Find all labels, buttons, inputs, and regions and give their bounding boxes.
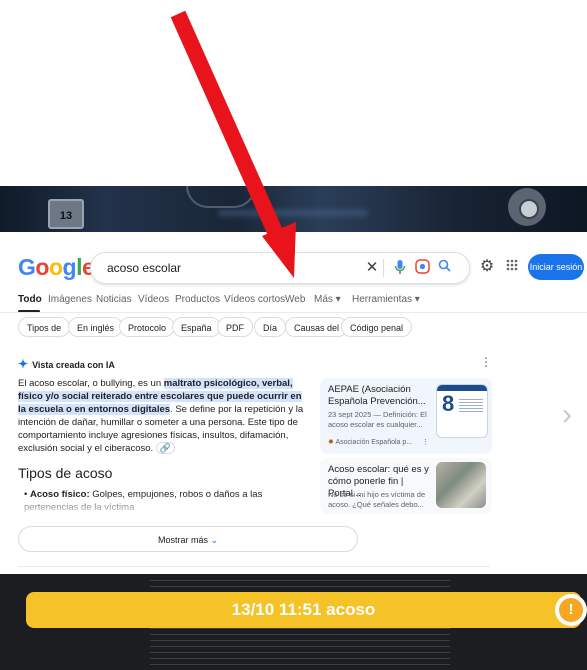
tab-short-videos[interactable]: Vídeos cortos — [224, 294, 285, 305]
chip-codigo-penal[interactable]: Código penal — [341, 317, 413, 337]
chevron-right-icon[interactable]: › — [562, 400, 586, 430]
chrome-icon — [508, 188, 546, 226]
blurred-arc-shape — [186, 186, 256, 208]
tab-images[interactable]: Imágenes — [48, 294, 92, 305]
tab-web[interactable]: Web — [285, 294, 305, 305]
gear-icon[interactable]: ⚙ — [478, 258, 496, 276]
tab-videos[interactable]: Vídeos — [138, 294, 169, 305]
more-options-icon[interactable]: ⋮ — [480, 355, 492, 369]
chip-dia[interactable]: Día — [254, 317, 287, 337]
caption-text: 13/10 11:51 acoso — [231, 600, 376, 619]
tab-more[interactable]: Más ▾ — [314, 294, 341, 305]
content-divider — [18, 566, 490, 567]
ai-overview-text: El acoso escolar, o bullying, es un malt… — [18, 378, 304, 454]
chip-tipos[interactable]: Tipos de — [18, 317, 71, 337]
divider — [383, 259, 384, 277]
google-logo[interactable]: Google — [18, 254, 95, 281]
text-fade — [18, 495, 318, 517]
tab-products[interactable]: Productos — [175, 294, 220, 305]
search-input[interactable]: acoso escolar — [107, 261, 181, 275]
card-snippet: No sé si mi hijo es víctima de acoso. ¿Q… — [328, 490, 426, 509]
sparkle-icon: ✦ — [18, 357, 29, 371]
search-icon[interactable] — [435, 259, 453, 277]
calendar-icon: 13 — [48, 199, 84, 229]
card-snippet: 23 sept 2025 — Definición: El acoso esco… — [328, 410, 427, 429]
tab-tools[interactable]: Herramientas ▾ — [352, 294, 420, 305]
apps-grid-icon[interactable] — [503, 258, 521, 276]
card-source: ✸ Asociación Española p... ⋮ — [328, 439, 430, 446]
clear-icon[interactable]: ✕ — [363, 259, 381, 277]
chip-causas[interactable]: Causas del — [285, 317, 349, 337]
warning-icon: ! — [555, 594, 587, 626]
show-more-button[interactable]: Mostrar más ⌄ — [18, 526, 358, 552]
ai-overview-heading: ✦ Vista creada con IA — [18, 357, 115, 371]
blurred-glow — [218, 210, 368, 216]
card-thumbnail — [436, 462, 486, 508]
sign-in-button[interactable]: Iniciar sesión — [528, 254, 584, 280]
caption-banner: 13/10 11:51 acoso — [26, 592, 581, 628]
lens-icon[interactable] — [413, 259, 431, 277]
chevron-down-icon: ⌄ — [210, 535, 219, 545]
source-card[interactable]: Acoso escolar: qué es y cómo ponerle fin… — [320, 458, 492, 514]
source-card[interactable]: AEPAE (Asociación Española Prevención...… — [320, 378, 492, 454]
microphone-icon[interactable] — [391, 259, 409, 277]
card-thumbnail: 8 — [436, 384, 488, 438]
calendar-day: 13 — [59, 210, 73, 222]
tab-all[interactable]: Todo — [18, 294, 42, 305]
chip-espana[interactable]: España — [172, 317, 221, 337]
tab-news[interactable]: Noticias — [96, 294, 132, 305]
card-title[interactable]: AEPAE (Asociación Española Prevención... — [328, 384, 430, 408]
types-heading: Tipos de acoso — [18, 465, 113, 481]
blurred-taskbar-strip — [0, 186, 587, 232]
chip-pdf[interactable]: PDF — [217, 317, 253, 337]
chip-protocolo[interactable]: Protocolo — [119, 317, 176, 337]
chip-ingles[interactable]: En inglés — [68, 317, 124, 337]
nav-divider — [0, 312, 587, 313]
source-favicon-icon: ✸ — [328, 439, 334, 446]
link-icon[interactable]: 🔗 — [155, 442, 176, 454]
search-box[interactable]: acoso escolar ✕ — [90, 252, 470, 284]
